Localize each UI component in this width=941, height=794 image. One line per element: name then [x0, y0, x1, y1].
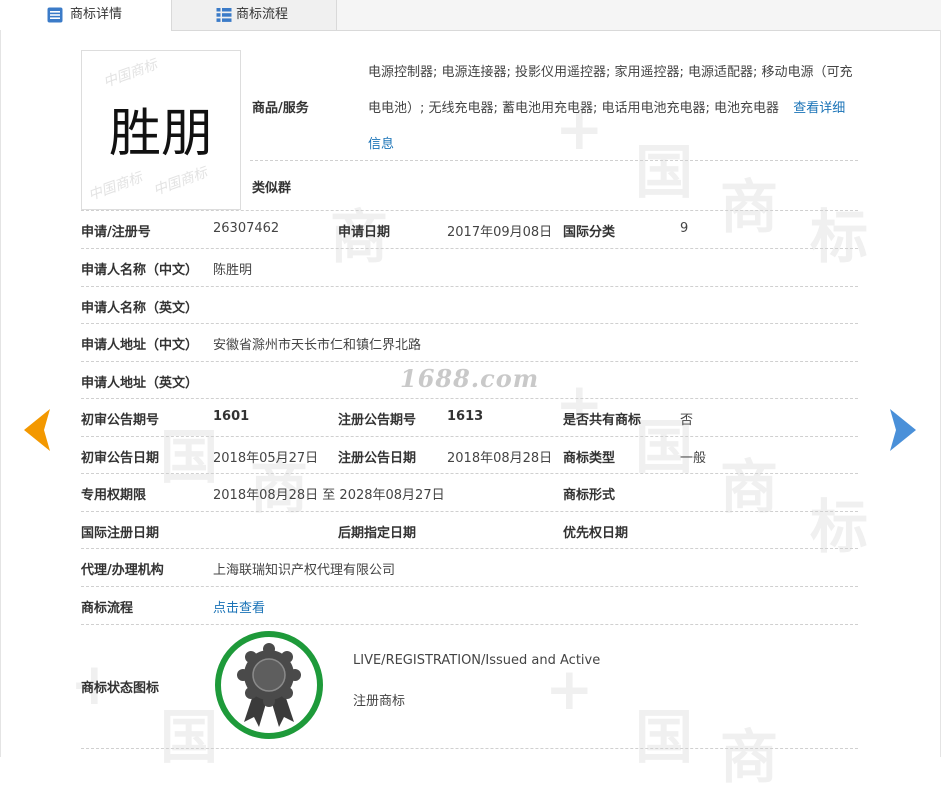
goods-services-value: 电源控制器; 电源连接器; 投影仪用遥控器; 家用遥控器; 电源适配器; 移动电…: [368, 65, 853, 116]
trademark-mark-text: 胜朋: [108, 104, 213, 164]
view-flow-link[interactable]: 点击查看: [213, 597, 265, 616]
applicant-cn-value: 陈胜明: [213, 263, 253, 278]
agency-value: 上海联瑞知识产权代理有限公司: [213, 563, 396, 578]
divider: [81, 436, 858, 437]
divider: [81, 624, 858, 625]
priority-date-label: 优先权日期: [563, 526, 629, 541]
goods-services-text: 电源控制器; 电源连接器; 投影仪用遥控器; 家用遥控器; 电源适配器; 移动电…: [368, 55, 858, 163]
divider: [81, 286, 858, 287]
applicant-en-label: 申请人名称（英文）: [81, 301, 199, 316]
apply-date-label: 申请日期: [338, 225, 391, 240]
later-date-label: 后期指定日期: [338, 526, 417, 541]
intl-class-value: 9: [680, 221, 689, 236]
tab-trademark-detail[interactable]: 商标详情: [0, 0, 172, 31]
exclusive-term-value: 2018年08月28日 至 2028年08月27日: [213, 488, 445, 503]
reg-pub-no-label: 注册公告期号: [338, 413, 417, 428]
site-watermark: 1688.com: [400, 364, 540, 393]
grid-table-icon: [216, 8, 232, 22]
applicant-cn-label: 申请人名称（中文）: [81, 263, 199, 278]
divider: [81, 548, 858, 549]
tab-trademark-flow[interactable]: 商标流程: [172, 0, 337, 30]
intl-reg-date-label: 国际注册日期: [81, 526, 160, 541]
status-en-text: LIVE/REGISTRATION/Issued and Active: [353, 653, 601, 668]
tab-label: 商标详情: [70, 7, 123, 22]
divider: [81, 323, 858, 324]
divider: [81, 586, 858, 587]
divider: [81, 748, 858, 749]
exclusive-term-label: 专用权期限: [81, 488, 147, 503]
reg-pub-date-label: 注册公告日期: [338, 451, 417, 466]
mark-type-value: 一般: [680, 451, 707, 466]
tab-label: 商标流程: [236, 7, 289, 22]
registration-badge-icon: [215, 631, 323, 739]
reg-no-label: 申请/注册号: [81, 225, 151, 240]
reg-pub-date-value: 2018年08月28日: [447, 451, 553, 466]
prelim-no-label: 初审公告期号: [81, 413, 160, 428]
trademark-image: 中国商标 中国商标 中国商标 胜朋: [81, 50, 241, 210]
address-cn-label: 申请人地址（中文）: [81, 338, 199, 353]
shared-value: 否: [680, 413, 694, 428]
tab-bar: 商标详情 商标流程: [0, 0, 941, 31]
divider: [250, 160, 858, 161]
divider: [81, 248, 858, 249]
address-en-label: 申请人地址（英文）: [81, 376, 199, 391]
divider: [81, 210, 858, 211]
prelim-no-value: 1601: [213, 409, 250, 424]
address-cn-value: 安徽省滁州市天长市仁和镇仁界北路: [213, 338, 422, 353]
status-icon-label: 商标状态图标: [81, 681, 160, 696]
apply-date-value: 2017年09月08日: [447, 225, 553, 240]
intl-class-label: 国际分类: [563, 225, 616, 240]
divider: [81, 511, 858, 512]
flow-label: 商标流程: [81, 601, 134, 616]
divider: [81, 361, 858, 362]
prelim-date-label: 初审公告日期: [81, 451, 160, 466]
similar-group-label: 类似群: [252, 181, 292, 196]
shared-label: 是否共有商标: [563, 413, 642, 428]
goods-services-label: 商品/服务: [252, 101, 309, 116]
reg-pub-no-value: 1613: [447, 409, 484, 424]
status-cn-text: 注册商标: [353, 694, 406, 709]
mark-form-label: 商标形式: [563, 488, 616, 503]
mark-type-label: 商标类型: [563, 451, 616, 466]
arrow-left-icon[interactable]: [20, 407, 52, 453]
divider: [81, 473, 858, 474]
reg-no-value: 26307462: [213, 221, 280, 236]
agency-label: 代理/办理机构: [81, 563, 164, 578]
prelim-date-value: 2018年05月27日: [213, 451, 319, 466]
list-detail-icon: [47, 7, 63, 23]
arrow-right-icon[interactable]: [888, 407, 920, 453]
divider: [81, 398, 858, 399]
